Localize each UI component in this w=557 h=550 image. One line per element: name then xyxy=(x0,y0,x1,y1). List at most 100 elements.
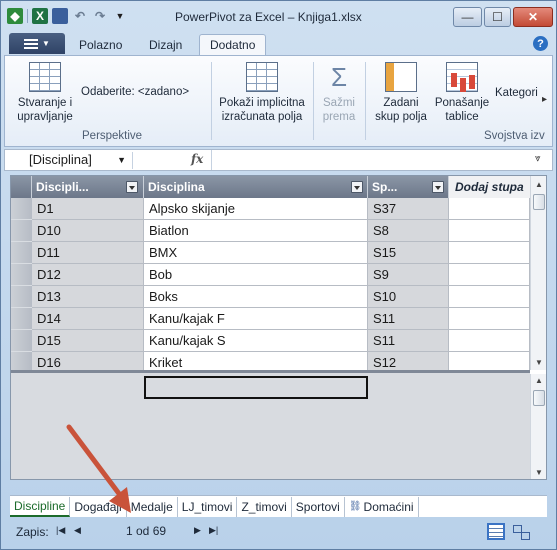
table-cell[interactable]: D12 xyxy=(32,264,144,286)
table-cell[interactable]: Boks xyxy=(144,286,368,308)
show-implicit-fields-button[interactable]: Pokaži implicitna izračunata polja xyxy=(215,62,309,124)
show-implicit-label: Pokaži implicitna izračunata polja xyxy=(219,97,305,123)
excel-icon[interactable]: X xyxy=(32,8,48,24)
table-cell[interactable]: S37 xyxy=(368,198,449,220)
powerpivot-app-icon[interactable]: ◆ xyxy=(7,8,23,24)
redo-icon[interactable]: ↷ xyxy=(92,8,108,24)
scroll-up-icon[interactable]: ▲ xyxy=(535,376,543,385)
table-behavior-label: Ponašanje tablice xyxy=(434,97,490,123)
table-behavior-button[interactable]: Ponašanje tablice xyxy=(433,62,491,124)
chevron-down-icon[interactable]: ▼ xyxy=(117,152,126,168)
table-cell[interactable]: S8 xyxy=(368,220,449,242)
add-column-cell[interactable] xyxy=(449,264,530,286)
tab-polazno[interactable]: Polazno xyxy=(69,34,132,55)
calculated-fields-icon xyxy=(246,62,278,92)
next-record-icon[interactable]: ▶ xyxy=(194,525,201,536)
diagram-view-icon[interactable] xyxy=(512,523,530,540)
sheet-tab-label: Domaćini xyxy=(363,499,414,514)
ribbon-scroll-right-icon[interactable]: ▸ xyxy=(542,94,547,105)
filter-icon[interactable] xyxy=(126,181,138,193)
scroll-down-icon[interactable]: ▼ xyxy=(535,358,543,367)
column-header-label: Disciplina xyxy=(148,180,205,194)
file-menu-button[interactable]: ▼ xyxy=(9,33,65,54)
row-selector[interactable] xyxy=(11,198,32,220)
scroll-down-icon[interactable]: ▼ xyxy=(535,468,543,477)
minimize-button[interactable]: — xyxy=(453,7,482,27)
default-field-set-button[interactable]: Zadani skup polja xyxy=(371,62,431,124)
table-cell[interactable]: BMX xyxy=(144,242,368,264)
powerpivot-window: ◆ X ↶ ↷ ▼ PowerPivot za Excel – Knjiga1.… xyxy=(0,0,557,550)
close-button[interactable]: ✕ xyxy=(513,7,553,27)
table-cell[interactable]: D13 xyxy=(32,286,144,308)
category-button[interactable]: Kategori xyxy=(495,86,541,100)
add-column-cell[interactable] xyxy=(449,242,530,264)
row-selector[interactable] xyxy=(11,264,32,286)
perspective-select[interactable]: Odaberite: <zadano> xyxy=(81,86,189,98)
table-scrollbar[interactable]: ▲ ▼ xyxy=(530,176,546,370)
tab-dodatno[interactable]: Dodatno xyxy=(199,34,267,55)
sigma-icon: Σ xyxy=(330,62,348,92)
previous-record-icon[interactable]: ◀ xyxy=(74,525,81,536)
sheet-tab-z-timovi[interactable]: Z_timovi xyxy=(237,496,292,517)
undo-icon[interactable]: ↶ xyxy=(72,8,88,24)
add-column-cell[interactable] xyxy=(449,286,530,308)
fx-icon[interactable]: fx xyxy=(191,152,209,166)
table-cell[interactable]: D10 xyxy=(32,220,144,242)
scroll-thumb[interactable] xyxy=(533,390,545,406)
row-selector[interactable] xyxy=(11,286,32,308)
expand-formula-icon[interactable]: ⩔ xyxy=(535,153,541,164)
row-selector[interactable] xyxy=(11,308,32,330)
table-cell[interactable]: D15 xyxy=(32,330,144,352)
table-cell[interactable]: D1 xyxy=(32,198,144,220)
last-record-icon[interactable]: ▶| xyxy=(209,525,218,536)
add-column-cell[interactable] xyxy=(449,308,530,330)
table-cell[interactable]: Alpsko skijanje xyxy=(144,198,368,220)
add-column-cell[interactable] xyxy=(449,330,530,352)
formula-bar: [Disciplina] ▼ fx ⩔ xyxy=(4,149,553,171)
table-cell[interactable]: S9 xyxy=(368,264,449,286)
row-selector[interactable] xyxy=(11,330,32,352)
name-box[interactable]: [Disciplina] ▼ xyxy=(9,152,133,169)
tab-dizajn[interactable]: Dizajn xyxy=(139,34,192,55)
row-selector[interactable] xyxy=(11,242,32,264)
table-cell[interactable]: Kanu/kajak S xyxy=(144,330,368,352)
column-header-disciplina[interactable]: Disciplina xyxy=(144,176,368,198)
column-header-sport[interactable]: Sp... xyxy=(368,176,449,198)
window-title: PowerPivot za Excel – Knjiga1.xlsx xyxy=(175,10,362,24)
table-cell[interactable]: D11 xyxy=(32,242,144,264)
scroll-thumb[interactable] xyxy=(533,194,545,210)
calc-area-scrollbar[interactable]: ▲ ▼ xyxy=(530,374,546,479)
sheet-tab-domacini[interactable]: ⛓ Domaćini xyxy=(345,496,419,517)
sheet-tab-lj-timovi[interactable]: LJ_timovi xyxy=(178,496,238,517)
create-manage-button[interactable]: Stvaranje i upravljanje xyxy=(11,62,79,124)
selected-calculation-cell[interactable] xyxy=(144,376,368,399)
column-header-id[interactable]: Discipli... xyxy=(32,176,144,198)
grid-view-icon[interactable] xyxy=(487,523,505,540)
corner-header[interactable] xyxy=(11,176,32,198)
scroll-up-icon[interactable]: ▲ xyxy=(535,180,543,189)
table-cell[interactable]: S10 xyxy=(368,286,449,308)
table-cell[interactable]: Kanu/kajak F xyxy=(144,308,368,330)
save-icon[interactable] xyxy=(52,8,68,24)
ribbon-separator xyxy=(313,62,314,140)
table-cell[interactable]: S11 xyxy=(368,308,449,330)
qat-customize-icon[interactable]: ▼ xyxy=(112,8,128,24)
table-cell[interactable]: S15 xyxy=(368,242,449,264)
table-cell[interactable]: Biatlon xyxy=(144,220,368,242)
help-icon[interactable]: ? xyxy=(533,36,548,51)
add-column-cell[interactable] xyxy=(449,220,530,242)
table-cell[interactable]: D14 xyxy=(32,308,144,330)
sheet-tab-sportovi[interactable]: Sportovi xyxy=(292,496,345,517)
filter-icon[interactable] xyxy=(351,181,363,193)
first-record-icon[interactable]: |◀ xyxy=(56,525,65,536)
add-column-header[interactable]: Dodaj stupa xyxy=(449,176,530,198)
summarize-by-button[interactable]: Σ Sažmi prema xyxy=(317,62,361,124)
row-selector[interactable] xyxy=(11,220,32,242)
table-cell[interactable]: Bob xyxy=(144,264,368,286)
quick-access-toolbar: ◆ X ↶ ↷ ▼ xyxy=(7,8,128,24)
add-column-cell[interactable] xyxy=(449,198,530,220)
table-cell[interactable]: S11 xyxy=(368,330,449,352)
summarize-label: Sažmi prema xyxy=(322,97,356,123)
filter-icon[interactable] xyxy=(432,181,444,193)
maximize-button[interactable]: ☐ xyxy=(484,7,511,27)
